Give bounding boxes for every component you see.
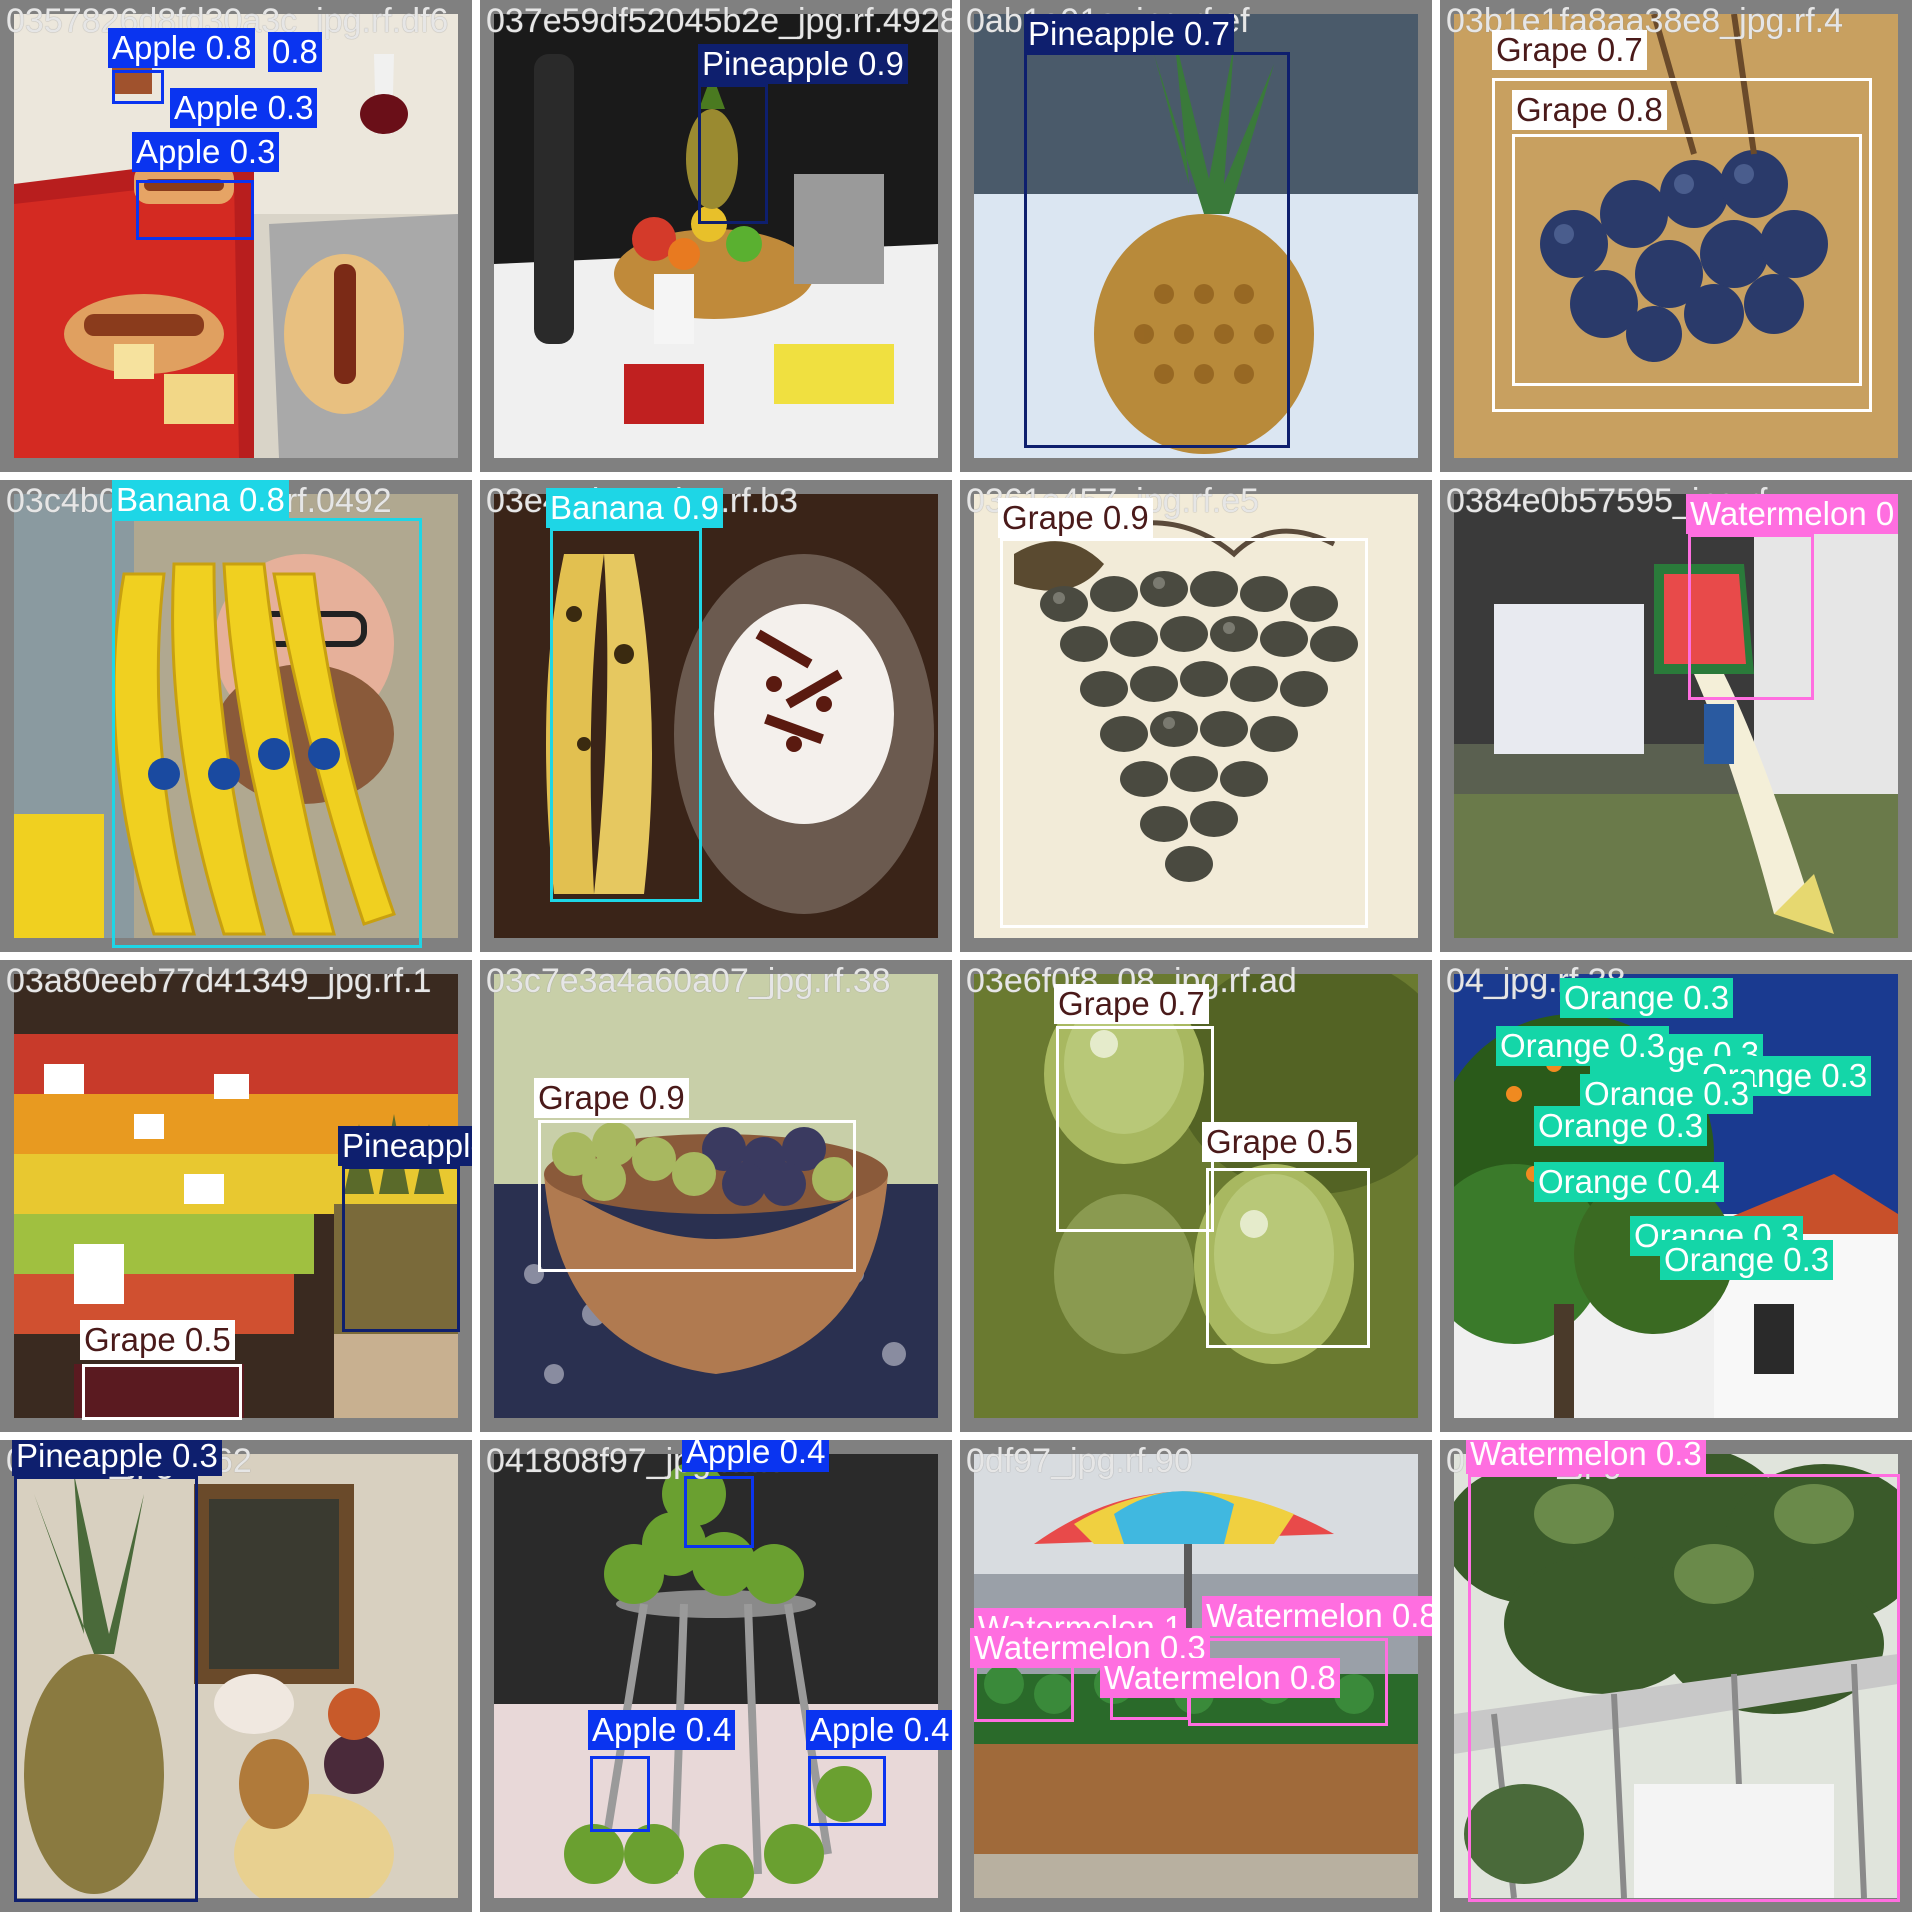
tile-6: 03e48d984_jpg.rf.b3 Banana 0.9	[480, 480, 952, 952]
label-orange: Orange 0.3	[1660, 1240, 1834, 1280]
label-orange: Orange 0.3	[1496, 1026, 1670, 1066]
tile-13: 0b4f1a_jpg.rf.62 Pineapple 0.3	[0, 1440, 472, 1912]
box-apple	[590, 1756, 650, 1832]
label-pineapple: Pineapple 0.8	[338, 1126, 472, 1166]
label-banana: Banana 0.9	[546, 488, 723, 528]
box-watermelon	[1688, 534, 1814, 700]
tile-8: 0384e0b57595_jpg.rf. Watermelon 0	[1440, 480, 1912, 952]
box-grape	[1000, 538, 1368, 928]
label-banana: Banana 0.8	[112, 480, 289, 520]
box-watermelon	[1468, 1474, 1900, 1902]
tile-7: 0361a457_jpg.rf.e5 Grape 0.9	[960, 480, 1432, 952]
box-grape	[1512, 134, 1862, 386]
tile-14: 041808f97_jpg.rf.ff7 Apple 0.4 Apple 0.4…	[480, 1440, 952, 1912]
label-grape: Grape 0.8	[1512, 90, 1667, 130]
label-watermelon: Watermelon 0.8	[1202, 1596, 1432, 1636]
box-pineapple	[1024, 52, 1290, 448]
tile-11: 03e6f0f8_08_jpg.rf.ad Grape 0.7 Grape 0.…	[960, 960, 1432, 1432]
box-apple	[808, 1756, 886, 1826]
label-grape: Grape 0.9	[534, 1078, 689, 1118]
tile-9: 03a80eeb77d41349_jpg.rf.1 Pineapple 0.8 …	[0, 960, 472, 1432]
tile-10: 03c7e3a4a60a07_jpg.rf.38 Grape 0.9	[480, 960, 952, 1432]
label-watermelon: Watermelon 0	[1686, 494, 1899, 534]
label-grape: Grape 0.7	[1054, 984, 1209, 1024]
tile-2: 037e59df52045b2e_jpg.rf.4928 Pineapple 0…	[480, 0, 952, 472]
box-grape	[538, 1120, 856, 1272]
label-orange: Orange 0.3	[1534, 1106, 1708, 1146]
label-orange: Orange 0.3	[1560, 978, 1734, 1018]
tile-4: 03b1e1fa8aa38e8_jpg.rf.4 Grape 0.7 Grape…	[1440, 0, 1912, 472]
label-pineapple: Pineapple 0.7	[1024, 14, 1234, 54]
tile-15: 0df97_jpg.rf.90 Watermelon 1 Watermelon …	[960, 1440, 1432, 1912]
tile-1: 0357826d8fd30a3c_jpg.rf.df6 Apple 0.8 0.…	[0, 0, 472, 472]
label-grape: Grape 0.7	[1492, 30, 1647, 70]
box-banana	[112, 518, 422, 948]
label-watermelon: Watermelon 0.8	[1100, 1658, 1340, 1698]
box-apple	[112, 70, 164, 104]
box-grape	[1056, 1026, 1214, 1232]
tile-5: 03c4b01a65b_jpg.rf.0492 Banana 0.8	[0, 480, 472, 952]
tile-3: 0ab1e91a_jpg.rf.ef Pineapple 0.7	[960, 0, 1432, 472]
box-grape	[1206, 1168, 1370, 1348]
label-orange-score: 0.4	[1670, 1162, 1724, 1202]
label-apple: Apple 0.3	[132, 132, 280, 172]
label-apple: Apple 0.4	[682, 1440, 830, 1472]
label-apple: Apple 0.3	[170, 88, 318, 128]
box-pineapple	[14, 1476, 198, 1902]
label-grape: Grape 0.9	[998, 498, 1153, 538]
box-pineapple	[698, 84, 768, 224]
label-apple: Apple 0.4	[806, 1710, 952, 1750]
label-pineapple: Pineapple 0.3	[12, 1440, 222, 1476]
label-apple: Apple 0.8	[108, 28, 256, 68]
tile-12: 04_jpg.rf.38 Orange 0.3 Orange 0.3 Orang…	[1440, 960, 1912, 1432]
box-apple	[136, 180, 254, 240]
box-banana	[550, 528, 702, 902]
tile-16: 0cd0ab_jpg.rf.e9 Watermelon 0.3	[1440, 1440, 1912, 1912]
box-grape	[82, 1364, 242, 1420]
box-pineapple	[342, 1166, 460, 1332]
mosaic-grid: 0357826d8fd30a3c_jpg.rf.df6 Apple 0.8 0.…	[0, 0, 1920, 1920]
label-watermelon: Watermelon 0.3	[1466, 1440, 1706, 1474]
label-apple-score: 0.8	[268, 32, 322, 72]
label-grape: Grape 0.5	[80, 1320, 235, 1360]
photo-watermelon-banana	[1454, 494, 1898, 938]
label-apple: Apple 0.4	[588, 1710, 736, 1750]
box-apple	[684, 1476, 754, 1548]
label-grape: Grape 0.5	[1202, 1122, 1357, 1162]
label-pineapple: Pineapple 0.9	[698, 44, 908, 84]
